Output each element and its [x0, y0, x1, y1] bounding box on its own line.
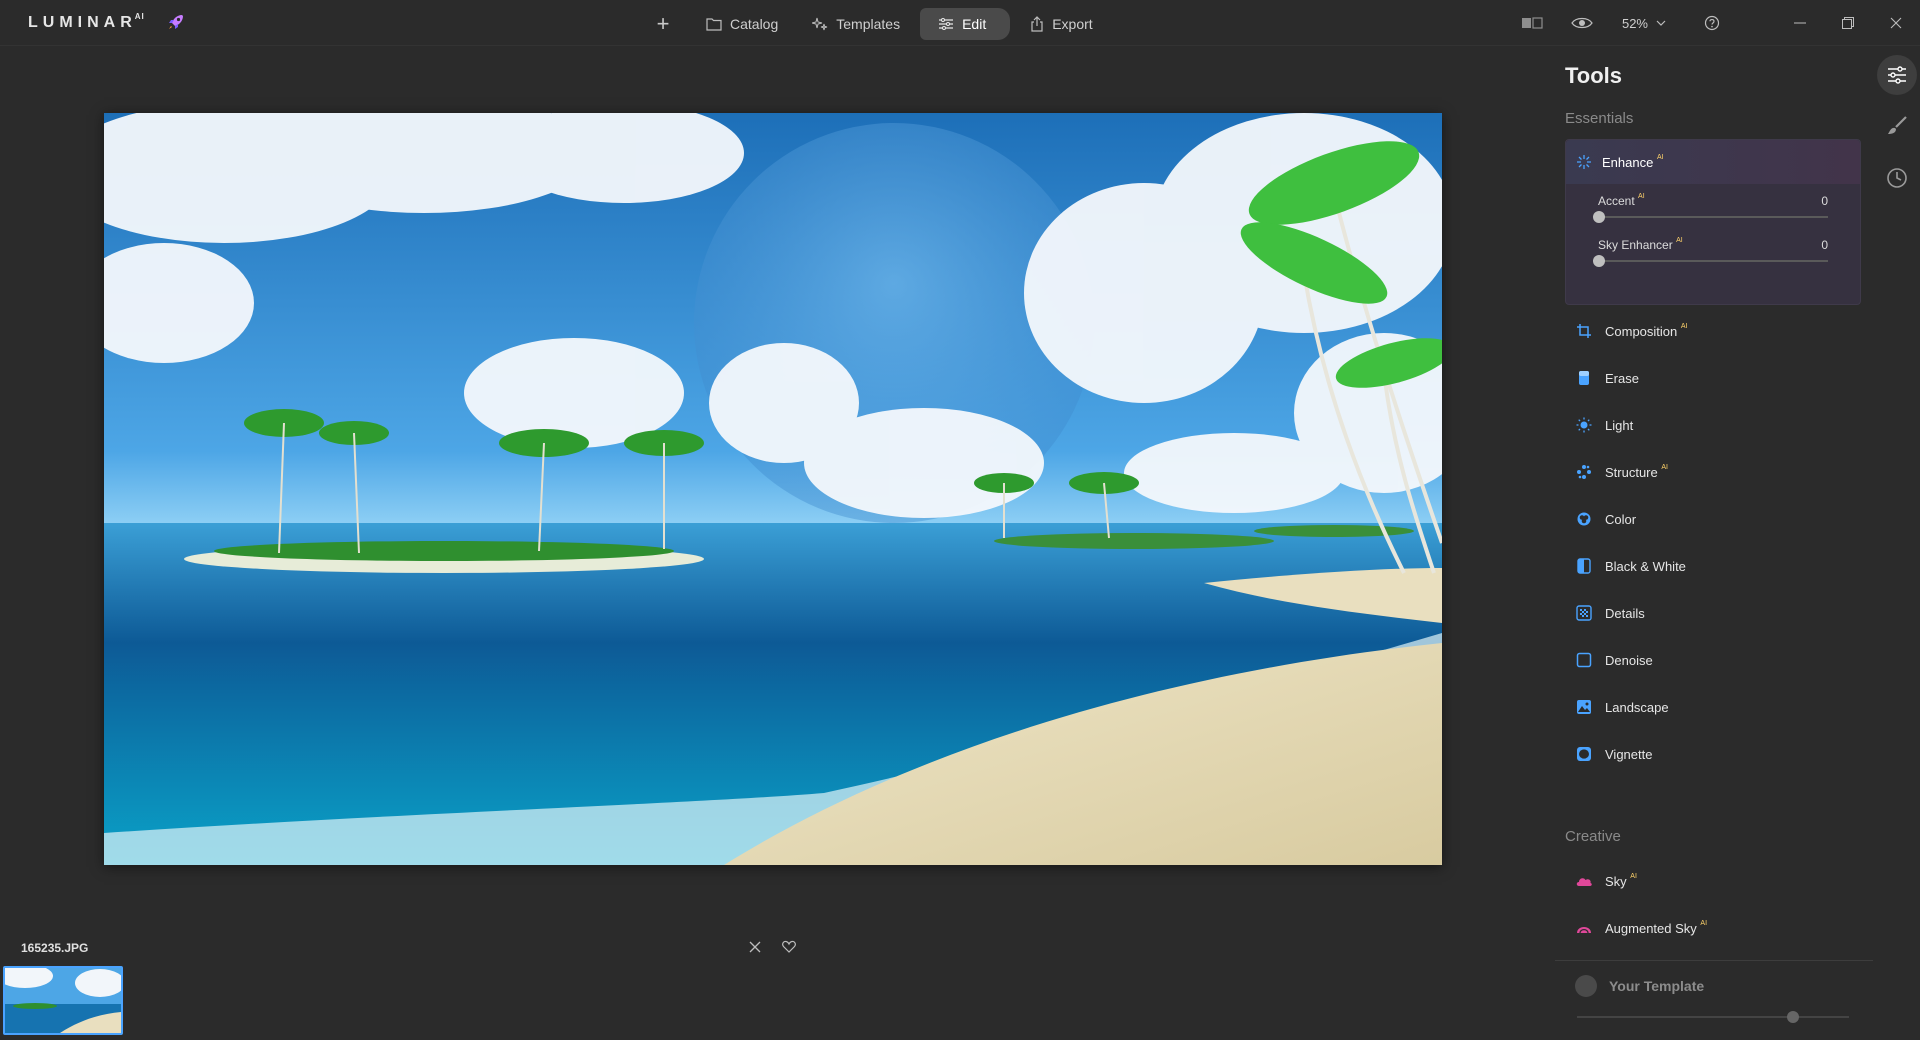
brush-tab[interactable]: [1877, 106, 1917, 146]
accent-slider-row: Accent AI 0: [1566, 184, 1860, 228]
history-tab[interactable]: [1877, 158, 1917, 198]
panel-title: Tools: [1565, 63, 1623, 88]
tool-landscape[interactable]: Landscape: [1565, 689, 1861, 725]
folder-icon: [706, 18, 722, 31]
enhance-icon: [1577, 155, 1591, 169]
bw-icon: [1575, 557, 1593, 575]
share-icon: [1031, 16, 1043, 32]
sky-enhancer-value: 0: [1821, 238, 1828, 252]
tool-augmented-sky[interactable]: Augmented Sky AI: [1565, 910, 1861, 946]
main-nav: + Catalog Templates Edit Export: [648, 7, 1107, 41]
restore-icon: [1842, 17, 1854, 29]
tool-details[interactable]: Details: [1565, 595, 1861, 631]
nav-templates[interactable]: Templates: [798, 8, 914, 40]
restore-button[interactable]: [1824, 0, 1872, 46]
tool-vignette[interactable]: Vignette: [1565, 736, 1861, 772]
compare-icon[interactable]: [1520, 11, 1544, 35]
accent-value: 0: [1821, 194, 1828, 208]
enhance-tool-expanded: Enhance AI Accent AI 0 Sky Enhancer AI 0: [1565, 139, 1861, 305]
template-amount-knob[interactable]: [1787, 1011, 1799, 1023]
eye-icon[interactable]: [1570, 11, 1594, 35]
minimize-button[interactable]: [1776, 0, 1824, 46]
close-icon: [1890, 17, 1902, 29]
sky-enhancer-slider-track[interactable]: [1598, 260, 1828, 262]
nav-edit[interactable]: Edit: [920, 8, 1011, 40]
tool-sky[interactable]: Sky AI: [1565, 863, 1861, 899]
tools-tab[interactable]: [1877, 55, 1917, 95]
help-icon[interactable]: [1700, 11, 1724, 35]
tool-erase[interactable]: Erase: [1565, 360, 1861, 396]
accent-slider-knob[interactable]: [1593, 211, 1605, 223]
sky-enhancer-slider-knob[interactable]: [1593, 255, 1605, 267]
favorite-icon[interactable]: [782, 940, 796, 959]
tool-black-white[interactable]: Black & White: [1565, 548, 1861, 584]
close-button[interactable]: [1872, 0, 1920, 46]
sky-enhancer-slider-row: Sky Enhancer AI 0: [1566, 228, 1860, 272]
tools-panel: Tools Essentials Enhance AI Accent AI 0 …: [1555, 47, 1875, 1040]
clock-icon: [1887, 168, 1907, 188]
enhance-label: Enhance: [1602, 154, 1654, 170]
sun-icon: [1575, 416, 1593, 434]
landscape-icon: [1575, 698, 1593, 716]
denoise-icon: [1575, 651, 1593, 669]
sparkle-icon: [812, 17, 828, 31]
cloud-icon: [1575, 872, 1593, 890]
filmstrip-actions: [748, 940, 796, 959]
eraser-icon: [1575, 369, 1593, 387]
nav-export[interactable]: Export: [1016, 8, 1106, 40]
template-dot-icon: [1575, 975, 1597, 997]
sliders-icon: [939, 18, 954, 30]
accent-slider-track[interactable]: [1598, 216, 1828, 218]
details-icon: [1575, 604, 1593, 622]
your-template-toggle[interactable]: Your Template: [1575, 975, 1704, 997]
half-sun-icon: [1575, 919, 1593, 937]
reject-icon[interactable]: [748, 940, 762, 959]
image-canvas: [0, 47, 1555, 927]
filename-label: 165235.JPG: [21, 941, 89, 955]
enhance-tool-header[interactable]: Enhance AI: [1566, 140, 1860, 184]
zoom-dropdown[interactable]: 52%: [1622, 16, 1666, 31]
add-photos-button[interactable]: +: [648, 9, 678, 39]
essentials-label: Essentials: [1565, 110, 1634, 127]
chevron-down-icon: [1656, 20, 1666, 26]
photo-thumbnail[interactable]: [3, 966, 123, 1035]
tool-color[interactable]: Color: [1565, 501, 1861, 537]
tool-composition[interactable]: Composition AI: [1565, 313, 1861, 349]
minimize-icon: [1794, 22, 1806, 24]
tool-denoise[interactable]: Denoise: [1565, 642, 1861, 678]
tool-structure[interactable]: Structure AI: [1565, 454, 1861, 490]
accent-label: Accent: [1598, 194, 1635, 208]
brush-icon: [1888, 116, 1907, 134]
creative-label: Creative: [1565, 828, 1621, 845]
nav-catalog[interactable]: Catalog: [692, 8, 792, 40]
color-icon: [1575, 510, 1593, 528]
tool-light[interactable]: Light: [1565, 407, 1861, 443]
structure-icon: [1575, 463, 1593, 481]
template-amount-track[interactable]: [1577, 1016, 1849, 1018]
top-bar: LUMINARAI + Catalog Templates Edit Expor…: [0, 0, 1920, 46]
sky-enhancer-label: Sky Enhancer: [1598, 238, 1673, 252]
sliders-icon: [1888, 66, 1906, 84]
vignette-icon: [1575, 745, 1593, 763]
crop-icon: [1575, 322, 1593, 340]
panel-divider: [1555, 960, 1873, 961]
app-logo: LUMINARAI: [28, 12, 145, 31]
edited-photo[interactable]: [104, 113, 1442, 865]
rocket-icon[interactable]: [166, 12, 186, 37]
top-right-controls: 52%: [1520, 0, 1920, 46]
